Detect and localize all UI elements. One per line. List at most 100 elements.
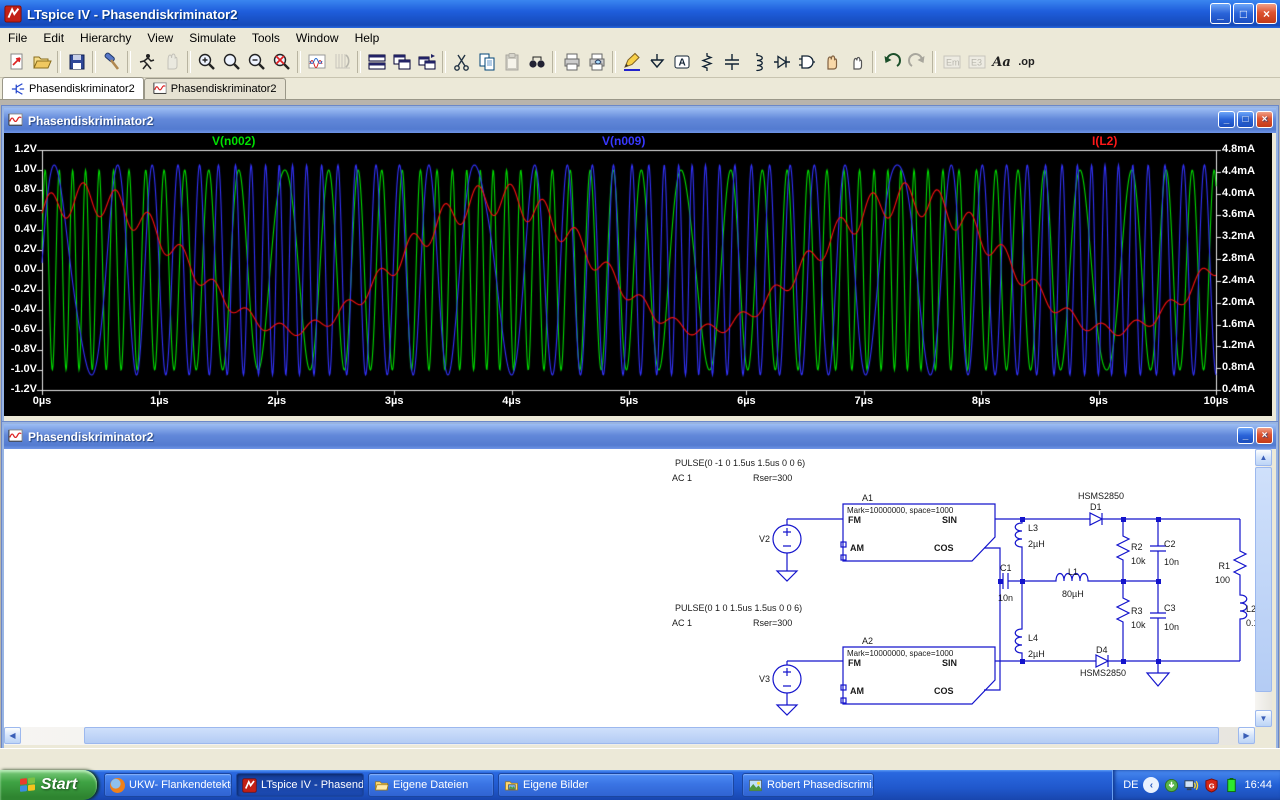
tray-antivirus-shield-icon[interactable]: G — [1204, 778, 1219, 793]
r3-value[interactable]: 10k — [1131, 620, 1146, 630]
taskbar-task-ltspice[interactable]: LTspice IV - Phasendi... — [236, 773, 364, 797]
menu-edit[interactable]: Edit — [35, 29, 72, 47]
d1-label[interactable]: D1 — [1090, 502, 1102, 512]
scroll-right-button[interactable]: ▶ — [1238, 727, 1255, 744]
menu-view[interactable]: View — [139, 29, 181, 47]
scroll-left-button[interactable]: ◀ — [4, 727, 21, 744]
v3-label[interactable]: V3 — [759, 674, 770, 684]
c3-value[interactable]: 10n — [1164, 622, 1179, 632]
cut-button[interactable] — [449, 50, 474, 75]
taskbar-task-robert[interactable]: Robert Phasediscrimi... — [742, 773, 874, 797]
menu-hierarchy[interactable]: Hierarchy — [72, 29, 139, 47]
l1-value[interactable]: 80µH — [1062, 589, 1084, 599]
r2-label[interactable]: R2 — [1131, 542, 1143, 552]
r3-label[interactable]: R3 — [1131, 606, 1143, 616]
waveform-plot[interactable] — [4, 133, 1272, 416]
taskbar-task-eigene-dateien[interactable]: Eigene Dateien — [368, 773, 494, 797]
tray-battery-icon[interactable] — [1224, 778, 1239, 793]
draw-wire-pencil-button[interactable] — [619, 50, 644, 75]
c1-value[interactable]: 10n — [998, 593, 1013, 603]
a2-label[interactable]: A2 — [862, 636, 873, 646]
pulse2-directive[interactable]: PULSE(0 1 0 1.5us 1.5us 0 0 6) — [675, 603, 802, 613]
zoom-full-button[interactable] — [219, 50, 244, 75]
tray-clock[interactable]: 16:44 — [1244, 779, 1272, 791]
tab-waveform[interactable]: Phasendiskriminator2 — [144, 78, 286, 99]
horizontal-scroll-thumb[interactable] — [84, 727, 1219, 744]
tile-horizontal-button[interactable] — [364, 50, 389, 75]
c3-label[interactable]: C3 — [1164, 603, 1176, 613]
tab-schematic[interactable]: Phasendiskriminator2 — [2, 77, 144, 99]
menu-help[interactable]: Help — [347, 29, 388, 47]
c1-label[interactable]: C1 — [1000, 563, 1012, 573]
drag-button[interactable] — [844, 50, 869, 75]
rser1-directive[interactable]: Rser=300 — [753, 473, 792, 483]
run-simulation-button[interactable] — [134, 50, 159, 75]
schematic-canvas[interactable]: PULSE(0 -1 0 1.5us 1.5us 0 0 6) AC 1 Rse… — [4, 449, 1255, 727]
text-tool-button[interactable]: Aa — [989, 50, 1014, 75]
app-restore-button[interactable]: □ — [1233, 3, 1254, 24]
component-button[interactable] — [794, 50, 819, 75]
pulse1-directive[interactable]: PULSE(0 -1 0 1.5us 1.5us 0 0 6) — [675, 458, 805, 468]
tray-update-icon[interactable] — [1164, 778, 1179, 793]
tray-network-icon[interactable] — [1184, 778, 1199, 793]
vertical-scroll-thumb[interactable] — [1255, 467, 1272, 692]
zoom-extents-button[interactable] — [269, 50, 294, 75]
menu-tools[interactable]: Tools — [244, 29, 288, 47]
d1-model[interactable]: HSMS2850 — [1078, 491, 1124, 501]
a1-label[interactable]: A1 — [862, 493, 873, 503]
start-button[interactable]: Start — [0, 770, 97, 800]
l4-value[interactable]: 2µH — [1028, 649, 1045, 659]
r1-label[interactable]: R1 — [1218, 561, 1230, 571]
menu-simulate[interactable]: Simulate — [181, 29, 244, 47]
ac2-directive[interactable]: AC 1 — [672, 618, 692, 628]
print-preview-button[interactable] — [584, 50, 609, 75]
l4-label[interactable]: L4 — [1028, 633, 1038, 643]
cascade-windows-button[interactable] — [389, 50, 414, 75]
inductor-button[interactable] — [744, 50, 769, 75]
spice-directive-button[interactable]: .op — [1014, 50, 1039, 75]
rser2-directive[interactable]: Rser=300 — [753, 618, 792, 628]
app-minimize-button[interactable]: _ — [1210, 3, 1231, 24]
zoom-in-button[interactable] — [194, 50, 219, 75]
app-close-button[interactable]: × — [1256, 3, 1277, 24]
r1-value[interactable]: 100 — [1215, 575, 1230, 585]
v2-label[interactable]: V2 — [759, 534, 770, 544]
tray-collapse-chevron[interactable]: ‹ — [1143, 777, 1159, 793]
save-button[interactable] — [64, 50, 89, 75]
find-button[interactable] — [524, 50, 549, 75]
trace-label-vn002[interactable]: V(n002) — [212, 134, 255, 148]
menu-file[interactable]: File — [0, 29, 35, 47]
scroll-up-button[interactable]: ▲ — [1255, 449, 1272, 466]
trace-label-vn009[interactable]: V(n009) — [602, 134, 645, 148]
menu-window[interactable]: Window — [288, 29, 347, 47]
wave-restore-button[interactable]: □ — [1237, 111, 1254, 128]
horizontal-scrollbar[interactable]: ◀ ▶ — [4, 727, 1255, 745]
scroll-down-button[interactable]: ▼ — [1255, 710, 1272, 727]
capacitor-button[interactable] — [719, 50, 744, 75]
c2-label[interactable]: C2 — [1164, 539, 1176, 549]
copy-button[interactable] — [474, 50, 499, 75]
ground-symbol-button[interactable] — [644, 50, 669, 75]
a1-mark-param[interactable]: Mark=10000000, space=1000 — [847, 506, 954, 515]
d4-label[interactable]: D4 — [1096, 645, 1108, 655]
new-schematic-button[interactable] — [4, 50, 29, 75]
taskbar-task-eigene-bilder[interactable]: Eigene Bilder — [498, 773, 734, 797]
ac1-directive[interactable]: AC 1 — [672, 473, 692, 483]
l1-label[interactable]: L1 — [1068, 567, 1078, 577]
l2-label[interactable]: L2 — [1246, 604, 1255, 614]
undo-button[interactable] — [879, 50, 904, 75]
diode-button[interactable] — [769, 50, 794, 75]
print-button[interactable] — [559, 50, 584, 75]
move-button[interactable] — [819, 50, 844, 75]
zoom-out-button[interactable] — [244, 50, 269, 75]
net-label-button[interactable]: A — [669, 50, 694, 75]
schem-minimize-button[interactable]: _ — [1237, 427, 1254, 444]
d4-model[interactable]: HSMS2850 — [1080, 668, 1126, 678]
r2-value[interactable]: 10k — [1131, 556, 1146, 566]
c2-value[interactable]: 10n — [1164, 557, 1179, 567]
wave-minimize-button[interactable]: _ — [1218, 111, 1235, 128]
trace-label-il2[interactable]: I(L2) — [1092, 134, 1117, 148]
open-file-button[interactable] — [29, 50, 54, 75]
control-panel-hammer-button[interactable] — [99, 50, 124, 75]
wave-close-button[interactable]: × — [1256, 111, 1273, 128]
